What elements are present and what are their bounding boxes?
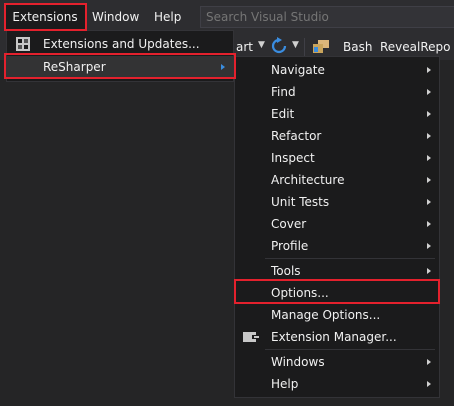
bash-button[interactable]: Bash — [343, 40, 372, 54]
ide-window: Extensions Window Help art ▼ ▼ Bash Reve… — [0, 0, 454, 406]
menu-item-resharper[interactable]: ReSharper — [7, 56, 233, 78]
toolbar-separator — [304, 38, 305, 56]
menu-item-label: Find — [271, 85, 296, 99]
refresh-icon[interactable] — [270, 37, 288, 55]
menu-item-label: Windows — [271, 355, 325, 369]
submenu-arrow-icon — [427, 243, 431, 249]
submenu-arrow-icon — [427, 381, 431, 387]
submenu-arrow-icon — [427, 155, 431, 161]
menu-item-navigate[interactable]: Navigate — [235, 59, 439, 81]
menu-window[interactable]: Window — [84, 4, 147, 30]
menu-item-label: Help — [271, 377, 299, 391]
menu-separator — [265, 258, 435, 259]
menu-extensions[interactable]: Extensions — [4, 4, 86, 30]
menu-help[interactable]: Help — [146, 4, 189, 30]
menu-item-cover[interactable]: Cover — [235, 213, 439, 235]
submenu-arrow-icon — [427, 177, 431, 183]
menu-item-label: Unit Tests — [271, 195, 330, 209]
start-dropdown-icon[interactable]: ▼ — [258, 40, 265, 50]
refresh-dropdown-icon[interactable]: ▼ — [292, 40, 299, 50]
menu-item-extension-manager[interactable]: Extension Manager... — [235, 326, 439, 348]
resharper-submenu: Navigate Find Edit Refactor Inspect Arch… — [234, 56, 440, 398]
menu-item-profile[interactable]: Profile — [235, 235, 439, 257]
menu-separator — [265, 349, 435, 350]
menu-item-label: Edit — [271, 107, 295, 121]
menu-item-label: Tools — [271, 264, 301, 278]
search-input[interactable] — [201, 7, 454, 27]
menu-item-label: Refactor — [271, 129, 322, 143]
menu-item-inspect[interactable]: Inspect — [235, 147, 439, 169]
submenu-arrow-icon — [427, 221, 431, 227]
submenu-arrow-icon — [427, 67, 431, 73]
submenu-arrow-icon — [221, 64, 225, 70]
extensions-menu: Extensions and Updates... ReSharper — [6, 30, 234, 82]
menu-item-extensions-and-updates[interactable]: Extensions and Updates... — [7, 33, 233, 55]
menu-item-options[interactable]: Options... — [235, 282, 439, 304]
menu-item-windows[interactable]: Windows — [235, 351, 439, 373]
submenu-arrow-icon — [427, 111, 431, 117]
menu-item-label: Manage Options... — [271, 308, 381, 322]
menu-item-find[interactable]: Find — [235, 81, 439, 103]
menu-item-label: Inspect — [271, 151, 315, 165]
menu-item-architecture[interactable]: Architecture — [235, 169, 439, 191]
menu-item-label: Architecture — [271, 173, 345, 187]
extension-manager-icon — [243, 332, 259, 342]
menu-item-label: Options... — [271, 286, 329, 300]
menu-item-manage-options[interactable]: Manage Options... — [235, 304, 439, 326]
menu-item-label: Navigate — [271, 63, 325, 77]
menu-item-help[interactable]: Help — [235, 373, 439, 395]
menu-item-label: Cover — [271, 217, 307, 231]
menu-bar: Extensions Window Help — [0, 0, 454, 34]
search-box[interactable] — [200, 6, 454, 28]
start-button-label[interactable]: art — [236, 40, 253, 54]
menu-item-label: Profile — [271, 239, 309, 253]
submenu-arrow-icon — [427, 268, 431, 274]
submenu-arrow-icon — [427, 359, 431, 365]
menu-item-edit[interactable]: Edit — [235, 103, 439, 125]
folder-icon[interactable] — [312, 38, 330, 54]
menu-item-label: Extensions and Updates... — [43, 37, 200, 51]
menu-item-label: Extension Manager... — [271, 330, 397, 344]
submenu-arrow-icon — [427, 89, 431, 95]
reveal-repo-button[interactable]: RevealRepo — [380, 40, 451, 54]
menu-item-refactor[interactable]: Refactor — [235, 125, 439, 147]
submenu-arrow-icon — [427, 133, 431, 139]
extensions-icon — [16, 37, 30, 51]
menu-item-unit-tests[interactable]: Unit Tests — [235, 191, 439, 213]
submenu-arrow-icon — [427, 199, 431, 205]
menu-item-tools[interactable]: Tools — [235, 260, 439, 282]
menu-item-label: ReSharper — [43, 60, 106, 74]
